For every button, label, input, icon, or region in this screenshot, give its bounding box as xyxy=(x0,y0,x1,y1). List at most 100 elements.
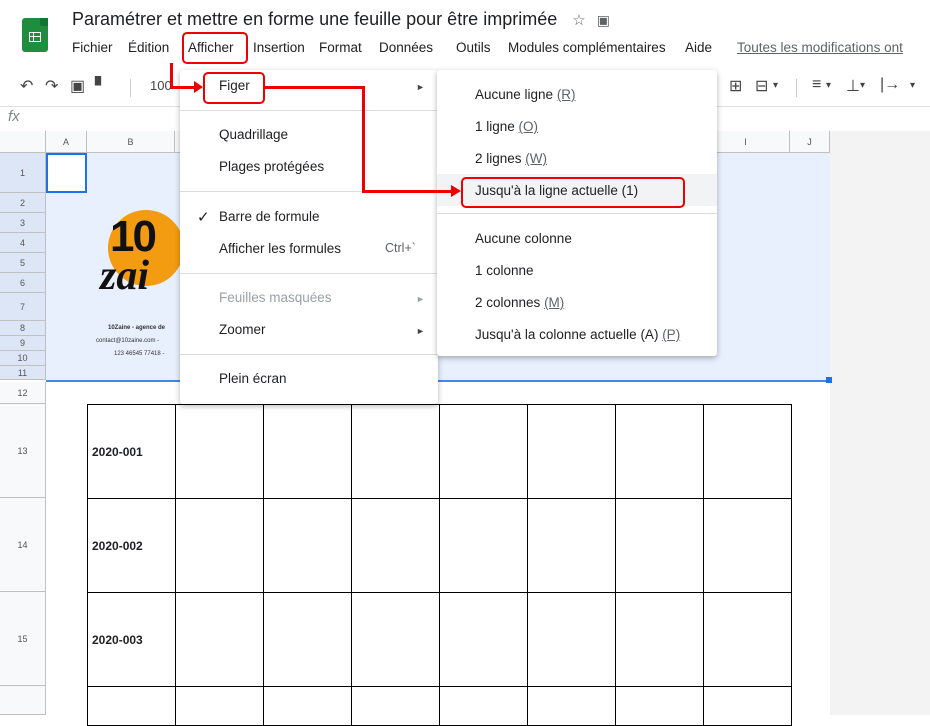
menu-item-quadrillage[interactable]: Quadrillage xyxy=(219,127,288,142)
table-cell[interactable] xyxy=(527,592,616,687)
redo-icon[interactable]: ↷ xyxy=(45,76,58,96)
submenu-arrow-icon: ► xyxy=(416,82,425,92)
table-cell[interactable] xyxy=(527,498,616,593)
table-cell[interactable] xyxy=(351,404,440,499)
column-header-a[interactable]: A xyxy=(46,131,87,153)
table-cell[interactable] xyxy=(439,592,528,687)
horizontal-align-icon[interactable]: ≡ xyxy=(812,76,821,94)
print-icon[interactable]: ▣ xyxy=(70,76,85,96)
table-cell[interactable] xyxy=(615,686,704,726)
row-header-3[interactable]: 3 xyxy=(0,213,46,233)
menu-edition[interactable]: Édition xyxy=(128,40,169,55)
menu-item-2-colonnes[interactable]: 2 colonnes (M) xyxy=(475,295,564,310)
toolbar-divider xyxy=(130,79,131,97)
row-header-7[interactable]: 7 xyxy=(0,293,46,321)
table-cell[interactable] xyxy=(527,404,616,499)
save-status-link[interactable]: Toutes les modifications ont xyxy=(737,40,903,55)
menu-item-jusqua-colonne-actuelle[interactable]: Jusqu'à la colonne actuelle (A) (P) xyxy=(475,327,680,342)
table-cell[interactable] xyxy=(703,686,792,726)
menu-aide[interactable]: Aide xyxy=(685,40,712,55)
chevron-down-icon[interactable]: ▾ xyxy=(910,80,915,91)
table-cell[interactable] xyxy=(263,404,352,499)
row-header-1[interactable]: 1 xyxy=(0,153,46,193)
row-header-14[interactable]: 14 xyxy=(0,498,46,592)
table-cell[interactable] xyxy=(263,686,352,726)
table-cell[interactable] xyxy=(615,592,704,687)
menu-item-1-ligne[interactable]: 1 ligne (O) xyxy=(475,119,538,134)
table-cell[interactable] xyxy=(263,498,352,593)
menu-insertion[interactable]: Insertion xyxy=(253,40,305,55)
row-header-5[interactable]: 5 xyxy=(0,253,46,273)
table-cell[interactable] xyxy=(703,592,792,687)
table-cell[interactable] xyxy=(615,498,704,593)
brand-line: 123 46545 77418 - xyxy=(114,351,165,357)
frozen-divider[interactable] xyxy=(46,380,830,382)
column-header-b[interactable]: B xyxy=(87,131,175,153)
table-cell[interactable] xyxy=(351,498,440,593)
menu-modules[interactable]: Modules complémentaires xyxy=(508,40,666,55)
merge-cells-icon[interactable]: ⊟ xyxy=(755,76,768,96)
chevron-down-icon[interactable]: ▾ xyxy=(826,80,831,91)
shortcut-label: Ctrl+` xyxy=(385,241,416,255)
menu-item-1-colonne[interactable]: 1 colonne xyxy=(475,263,534,278)
menu-fichier[interactable]: Fichier xyxy=(72,40,113,55)
chevron-down-icon[interactable]: ▾ xyxy=(860,80,865,91)
row-header-10[interactable]: 10 xyxy=(0,351,46,366)
select-all-corner[interactable] xyxy=(0,131,46,153)
table-cell[interactable] xyxy=(351,686,440,726)
row-header-4[interactable]: 4 xyxy=(0,233,46,253)
row-header-6[interactable]: 6 xyxy=(0,273,46,293)
text-wrap-icon[interactable]: |→ xyxy=(880,76,900,94)
undo-icon[interactable]: ↶ xyxy=(20,76,33,96)
table-cell[interactable] xyxy=(703,498,792,593)
table-cell[interactable] xyxy=(175,404,264,499)
paint-format-icon[interactable]: ▘ xyxy=(95,76,107,96)
table-cell[interactable] xyxy=(615,404,704,499)
table-cell[interactable] xyxy=(263,592,352,687)
row-header-12[interactable]: 12 xyxy=(0,382,46,404)
table-cell[interactable] xyxy=(87,686,176,726)
fill-handle[interactable] xyxy=(826,377,832,383)
table-cell[interactable] xyxy=(175,686,264,726)
menu-outils[interactable]: Outils xyxy=(456,40,491,55)
zoom-select[interactable]: 100 xyxy=(150,78,172,93)
borders-icon[interactable]: ⊞ xyxy=(729,76,742,96)
move-folder-icon[interactable]: ▣ xyxy=(597,12,610,28)
document-title[interactable]: Paramétrer et mettre en forme une feuill… xyxy=(72,9,610,30)
table-cell[interactable] xyxy=(703,404,792,499)
menu-item-plages-protegees[interactable]: Plages protégées xyxy=(219,159,324,174)
table-cell[interactable] xyxy=(351,592,440,687)
table-cell[interactable] xyxy=(175,498,264,593)
column-header-j[interactable]: J xyxy=(790,131,830,153)
star-icon[interactable]: ☆ xyxy=(572,12,585,29)
table-cell[interactable]: 2020-002 xyxy=(87,498,176,593)
table-cell[interactable] xyxy=(527,686,616,726)
row-header-15[interactable]: 15 xyxy=(0,592,46,686)
menu-format[interactable]: Format xyxy=(319,40,362,55)
active-cell-a1[interactable] xyxy=(46,153,87,193)
table-cell[interactable]: 2020-001 xyxy=(87,404,176,499)
table-cell[interactable] xyxy=(439,404,528,499)
row-header-2[interactable]: 2 xyxy=(0,193,46,213)
document-title-text[interactable]: Paramétrer et mettre en forme une feuill… xyxy=(72,9,557,29)
table-cell[interactable] xyxy=(439,686,528,726)
row-header-9[interactable]: 9 xyxy=(0,336,46,351)
row-header-11[interactable]: 11 xyxy=(0,366,46,380)
table-cell[interactable] xyxy=(175,592,264,687)
menu-item-barre-formule[interactable]: Barre de formule xyxy=(219,209,320,224)
row-header-13[interactable]: 13 xyxy=(0,404,46,498)
table-cell[interactable] xyxy=(439,498,528,593)
menu-item-afficher-formules[interactable]: Afficher les formules xyxy=(219,241,341,256)
menu-donnees[interactable]: Données xyxy=(379,40,433,55)
menu-item-2-lignes[interactable]: 2 lignes (W) xyxy=(475,151,547,166)
sheet-empty-area xyxy=(830,131,930,715)
menu-item-plein-ecran[interactable]: Plein écran xyxy=(219,371,287,386)
vertical-align-icon[interactable]: ⊥ xyxy=(846,76,860,96)
sheets-logo-icon[interactable] xyxy=(22,18,48,52)
chevron-down-icon[interactable]: ▾ xyxy=(773,80,778,91)
menu-item-aucune-ligne[interactable]: Aucune ligne (R) xyxy=(475,87,576,102)
menu-item-aucune-colonne[interactable]: Aucune colonne xyxy=(475,231,572,246)
row-header-8[interactable]: 8 xyxy=(0,321,46,336)
menu-item-zoomer[interactable]: Zoomer xyxy=(219,322,266,337)
table-cell[interactable]: 2020-003 xyxy=(87,592,176,687)
